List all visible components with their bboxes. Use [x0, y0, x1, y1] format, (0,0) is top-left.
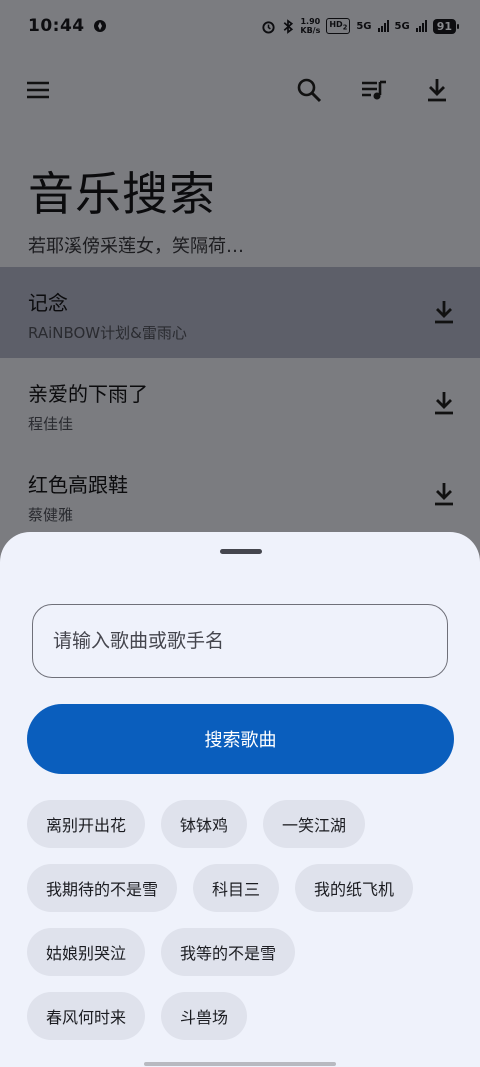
- chip-row: 离别开出花 钵钵鸡 一笑江湖: [27, 800, 457, 848]
- app-notification-icon: [93, 20, 106, 32]
- suggestion-chip[interactable]: 斗兽场: [161, 992, 248, 1040]
- menu-button[interactable]: [14, 66, 62, 114]
- song-name: 红色高跟鞋: [28, 473, 128, 497]
- menu-icon: [27, 81, 49, 99]
- suggestion-chip[interactable]: 我的纸飞机: [295, 864, 414, 912]
- search-songs-button[interactable]: 搜索歌曲: [27, 704, 454, 774]
- status-time: 10:44: [28, 16, 85, 36]
- hd-badge: HD2: [326, 17, 351, 35]
- song-list: 记念 RAiNBOW计划&雷雨心 亲爱的下雨了 程佳佳 红色高跟鞋 蔡健雅: [0, 267, 480, 540]
- suggestion-chip[interactable]: 姑娘别哭泣: [27, 928, 146, 976]
- search-button[interactable]: [285, 66, 333, 114]
- sim2-label: 5G: [394, 20, 410, 32]
- download-icon[interactable]: [430, 298, 458, 326]
- playlist-icon: [362, 80, 386, 100]
- top-app-bar: [0, 66, 480, 114]
- download-icon[interactable]: [430, 389, 458, 417]
- alarm-icon: [262, 20, 275, 34]
- page-subtitle: 若耶溪傍采莲女，笑隔荷…: [28, 236, 244, 257]
- status-bar: 10:44 1.90 KB/s HD2 5G 5G 91: [0, 0, 480, 52]
- download-button[interactable]: [413, 66, 461, 114]
- signal-1-icon: [377, 20, 389, 32]
- chip-row: 姑娘别哭泣 我等的不是雪: [27, 928, 457, 976]
- song-artist: 程佳佳: [28, 415, 74, 433]
- header: 音乐搜索 若耶溪傍采莲女，笑隔荷…: [28, 158, 244, 258]
- gesture-nav-bar[interactable]: [144, 1062, 336, 1066]
- chip-row: 我期待的不是雪 科目三 我的纸飞机: [27, 864, 457, 912]
- suggestion-chip[interactable]: 我期待的不是雪: [27, 864, 178, 912]
- battery-indicator: 91: [432, 18, 460, 34]
- network-speed: 1.90 KB/s: [300, 17, 321, 35]
- suggestion-chip[interactable]: 离别开出花: [27, 800, 146, 848]
- suggestion-chips: 离别开出花 钵钵鸡 一笑江湖 我期待的不是雪 科目三 我的纸飞机 姑娘别哭泣 我…: [27, 800, 457, 1056]
- search-icon: [297, 78, 322, 103]
- bluetooth-icon: [284, 18, 294, 34]
- chip-row: 春风何时来 斗兽场: [27, 992, 457, 1040]
- suggestion-chip[interactable]: 科目三: [193, 864, 280, 912]
- suggestion-chip[interactable]: 我等的不是雪: [161, 928, 296, 976]
- song-name: 亲爱的下雨了: [28, 382, 148, 406]
- sim1-label: 5G: [356, 20, 372, 32]
- song-row[interactable]: 红色高跟鞋 蔡健雅: [0, 449, 480, 540]
- sheet-drag-handle[interactable]: [220, 549, 262, 554]
- search-input[interactable]: [32, 604, 448, 678]
- song-row[interactable]: 记念 RAiNBOW计划&雷雨心: [0, 267, 480, 358]
- page-title: 音乐搜索: [28, 167, 216, 221]
- download-icon: [428, 79, 446, 102]
- suggestion-chip[interactable]: 一笑江湖: [263, 800, 366, 848]
- signal-2-icon: [415, 20, 427, 32]
- playlist-button[interactable]: [350, 66, 398, 114]
- song-row[interactable]: 亲爱的下雨了 程佳佳: [0, 358, 480, 449]
- suggestion-chip[interactable]: 春风何时来: [27, 992, 146, 1040]
- search-bottom-sheet: 搜索歌曲 离别开出花 钵钵鸡 一笑江湖 我期待的不是雪 科目三 我的纸飞机 姑娘…: [0, 532, 480, 1067]
- suggestion-chip[interactable]: 钵钵鸡: [161, 800, 248, 848]
- song-artist: RAiNBOW计划&雷雨心: [28, 324, 187, 342]
- download-icon[interactable]: [430, 480, 458, 508]
- song-name: 记念: [28, 291, 68, 315]
- song-artist: 蔡健雅: [28, 506, 74, 524]
